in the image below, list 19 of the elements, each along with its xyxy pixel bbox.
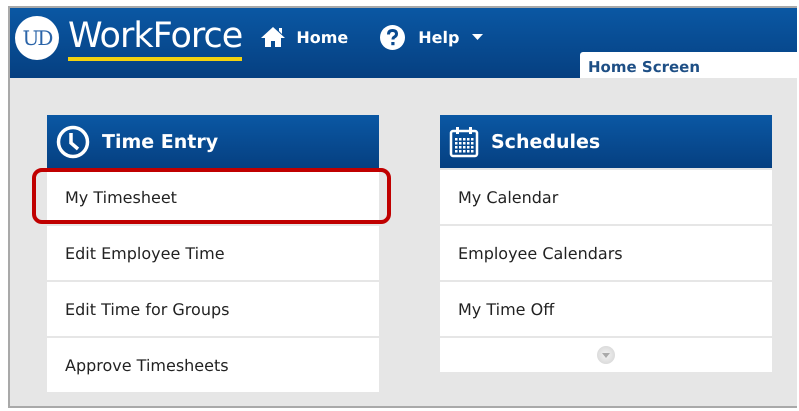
menu-item[interactable]: Edit Time for Groups xyxy=(47,282,379,336)
help-menu[interactable]: Help xyxy=(376,24,488,50)
menu-item[interactable]: My Time Off xyxy=(440,282,772,336)
menu-item[interactable]: My Calendar xyxy=(440,170,772,224)
menu-item[interactable]: Employee Calendars xyxy=(440,226,772,280)
clock-icon xyxy=(56,124,90,158)
help-icon xyxy=(380,24,406,50)
card-title: Schedules xyxy=(491,130,600,152)
calendar-icon xyxy=(449,126,479,158)
logo-text: WorkForce xyxy=(68,16,242,60)
tab[interactable]: Home Screen xyxy=(580,52,797,78)
menu-item[interactable]: Edit Employee Time xyxy=(47,226,379,280)
menu-item[interactable]: Approve Timesheets xyxy=(47,338,379,392)
home-icon xyxy=(260,26,286,48)
expand-button[interactable] xyxy=(597,346,615,364)
caret-icon xyxy=(602,352,610,358)
home-link[interactable]: Home xyxy=(256,26,352,48)
logo-monogram: UD xyxy=(15,16,59,60)
card-title: Time Entry xyxy=(102,130,218,152)
